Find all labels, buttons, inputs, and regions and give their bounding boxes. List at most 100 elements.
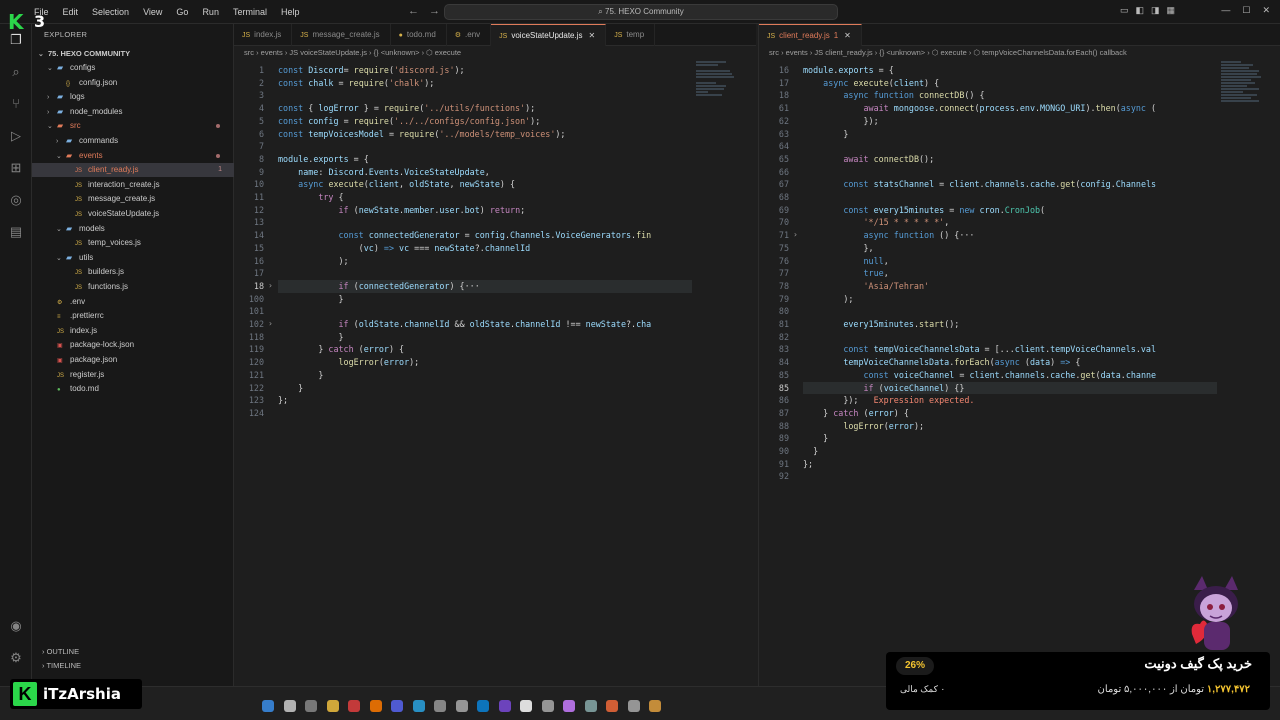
app-icon[interactable] [649,700,661,712]
command-center[interactable]: ⌕ 75. HEXO Community [444,4,838,20]
close-tab-icon[interactable]: ✕ [589,31,596,40]
fold-chevron-icon[interactable]: › [268,280,273,293]
tree-file[interactable]: {} config.json [32,76,234,90]
code-area[interactable]: 1 const Discord= require('discord.js'); 2 c… [234,60,756,686]
tree-file[interactable]: JS interaction_create.js [32,178,234,192]
windows-start-icon[interactable] [262,700,274,712]
steam-icon[interactable] [584,700,597,712]
menu-item-help[interactable]: Help [281,7,300,17]
fold-chevron-icon[interactable]: › [793,229,798,242]
tree-file[interactable]: ⚙ .env [32,295,234,309]
tree-file[interactable]: JS temp_voices.js [32,236,234,250]
file-explorer-icon[interactable] [326,700,339,712]
editor-tab[interactable]: JS client_ready.js 1 ✕ [759,24,862,46]
chrome-icon[interactable] [348,700,360,712]
run-debug-icon[interactable]: ▷ [8,128,24,144]
maximize-icon[interactable]: ☐ [1242,5,1250,16]
code-token: ) { [449,280,465,291]
search-icon[interactable] [283,700,296,712]
discord-icon[interactable] [391,700,403,712]
breadcrumb[interactable]: src › events › JS voiceStateUpdate.js › … [234,46,756,60]
tree-folder[interactable]: ⌄ ▰ utils [32,251,234,265]
account-icon[interactable]: ◉ [8,618,24,634]
line-number: 120 [248,357,264,368]
app-icon[interactable] [563,700,575,712]
js-file-icon: ● [398,32,403,39]
minimap[interactable] [1221,60,1271,220]
tree-file[interactable]: JS functions.js [32,280,234,294]
settings-gear-icon[interactable]: ⚙ [8,650,24,666]
explorer-icon[interactable]: ❐ [8,32,24,48]
source-control-icon[interactable]: ⑂ [8,96,24,112]
fold-chevron-icon[interactable]: › [268,318,273,331]
forward-arrow-icon[interactable]: → [429,5,440,17]
menu-item-selection[interactable]: Selection [92,7,129,17]
firefox-icon[interactable] [369,700,382,712]
code-token: }; [803,458,814,469]
menu-item-run[interactable]: Run [202,7,219,17]
editor-tab[interactable]: JS voiceStateUpdate.js ✕ [491,24,607,46]
app-icon[interactable] [541,700,554,712]
app-icon[interactable] [498,700,511,712]
editor-tab[interactable]: JS message_create.js [292,24,391,46]
breadcrumb[interactable]: src › events › JS client_ready.js › {} <… [759,46,1280,60]
task-view-icon[interactable] [305,700,317,712]
tree-file[interactable]: JS builders.js [32,265,234,279]
code-token: = [... [979,344,1015,355]
tree-folder[interactable]: › ▰ logs [32,90,234,104]
tree-file[interactable]: JS register.js [32,368,234,382]
remote-explorer-icon[interactable]: ◎ [8,192,24,208]
close-window-icon[interactable]: ✕ [1262,5,1270,16]
menu-item-terminal[interactable]: Terminal [233,7,267,17]
tab-label: client_ready.js [779,31,830,40]
search-icon[interactable]: ⌕ [8,64,24,80]
customize-layout-icon[interactable]: ▦ [1167,5,1176,16]
tree-file[interactable]: JS index.js [32,324,234,338]
file-type-icon: JS [75,182,83,189]
timeline-section[interactable]: › TIMELINE [32,659,234,673]
app-icon[interactable] [627,700,640,712]
code-text: }; [278,394,288,407]
minimap[interactable] [696,60,746,220]
tree-folder[interactable]: › ▰ commands [32,134,234,148]
tree-file[interactable]: ● todo.md [32,382,234,396]
code-line: 67 const statsChannel = client.channels.… [759,178,1280,191]
code-token: ( [353,344,364,355]
toggle-secondary-sidebar-icon[interactable]: ◨ [1151,5,1160,16]
toggle-panel-icon[interactable]: ▭ [1120,5,1129,16]
editor-tab[interactable]: ⚙ .env [447,24,492,46]
menu-item-view[interactable]: View [143,7,162,17]
app-icon[interactable] [455,700,468,712]
tree-folder[interactable]: ⌄ ▰ configs [32,61,234,75]
outline-section[interactable]: › OUTLINE [32,645,234,659]
extensions-icon[interactable]: ⊞ [8,160,24,176]
editor-tab[interactable]: JS temp [606,24,656,46]
menu-item-edit[interactable]: Edit [63,7,79,17]
back-arrow-icon[interactable]: ← [408,5,419,17]
tree-file[interactable]: ≡ .prettierrc [32,309,234,323]
editor-tab[interactable]: JS index.js [234,24,293,46]
tree-file[interactable]: ▣ package-lock.json [32,338,234,352]
telegram-icon[interactable] [412,700,425,712]
vscode-icon[interactable] [477,700,489,712]
tree-item-label: todo.md [70,384,99,394]
toggle-sidebar-icon[interactable]: ◧ [1136,5,1145,16]
code-text: const connectedGenerator = config.Channe… [278,229,652,242]
tree-file[interactable]: ▣ package.json [32,353,234,367]
tree-file[interactable]: JS message_create.js [32,192,234,206]
tree-file[interactable]: JS client_ready.js 1 [32,163,234,178]
minimize-icon[interactable]: — [1221,5,1230,16]
tree-file[interactable]: JS voiceStateUpdate.js [32,207,234,221]
workspace-root[interactable]: ⌄ 75. HEXO COMMUNITY [32,47,234,61]
app-icon[interactable] [520,700,532,712]
menu-item-go[interactable]: Go [176,7,188,17]
app-icon[interactable] [606,700,618,712]
tree-folder[interactable]: ⌄ ▰ models [32,222,234,236]
close-tab-icon[interactable]: ✕ [844,31,851,40]
database-icon[interactable]: ▤ [8,224,24,240]
tree-folder[interactable]: ⌄ ▰ src [32,119,234,133]
obs-icon[interactable] [434,700,446,712]
editor-tab[interactable]: ● todo.md [391,24,447,46]
tree-folder[interactable]: ⌄ ▰ events [32,149,234,163]
tree-folder[interactable]: › ▰ node_modules [32,105,234,119]
